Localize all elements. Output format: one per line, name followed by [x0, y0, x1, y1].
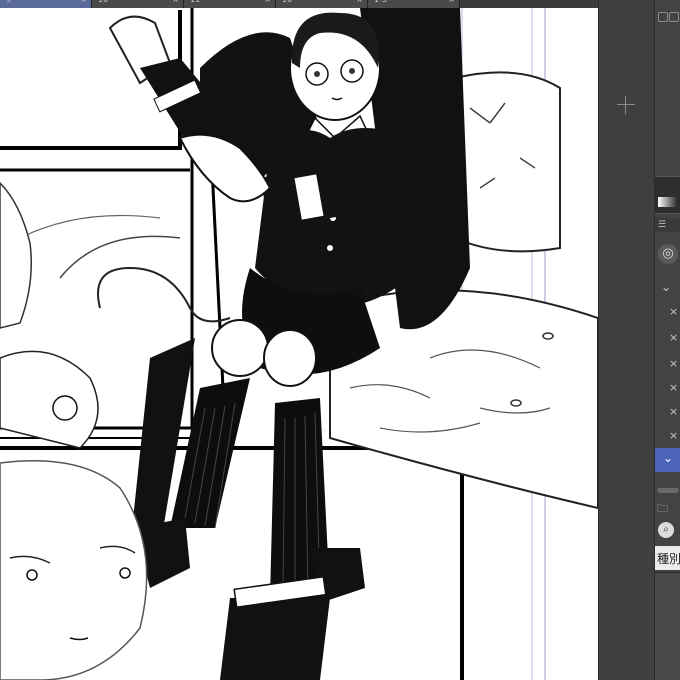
chevron-down-icon[interactable]: ⌄ — [661, 280, 671, 294]
document-tab[interactable]: 10 × — [92, 0, 184, 8]
swirl-icon[interactable]: ◎ — [658, 244, 678, 264]
menu-icon[interactable]: ☰ — [658, 221, 666, 230]
panel-menu-row[interactable]: ☰ — [655, 218, 680, 232]
manga-artwork — [0, 8, 598, 680]
document-tab[interactable]: 9 × — [0, 0, 92, 8]
tab-label: 1-3 — [374, 0, 387, 4]
tab-label: 10 — [282, 0, 292, 4]
layer-row[interactable]: × — [655, 352, 680, 378]
close-icon[interactable]: × — [669, 357, 678, 370]
panel-toolbar — [655, 6, 680, 36]
gradient-swatch — [658, 197, 678, 207]
navigator-panel[interactable] — [598, 0, 654, 680]
folder-row[interactable]: 🗀 — [655, 498, 680, 516]
search-row[interactable]: ⌕ — [655, 520, 680, 542]
tab-label: 11 — [190, 0, 200, 4]
right-ui-area: ☰ ◎ ⌄ × × × × × × ⌄ 🗀 ⌕ 種別 — [598, 0, 680, 680]
layer-row[interactable]: × — [655, 300, 680, 326]
material-list-area[interactable] — [655, 572, 680, 680]
layer-panel: ☰ ◎ ⌄ × × × × × × ⌄ 🗀 ⌕ 種別 — [654, 0, 680, 680]
panel-scrollbar[interactable] — [655, 484, 680, 496]
close-icon[interactable]: × — [669, 405, 678, 418]
layer-row[interactable]: × — [655, 424, 680, 450]
tab-label: 9 — [6, 0, 11, 4]
document-tab[interactable]: 1-3 × — [368, 0, 460, 8]
document-tab-strip: 9 × 10 × 11 × 10 × 1-3 × — [0, 0, 598, 8]
close-icon[interactable]: × — [669, 331, 678, 344]
kind-label: 種別 — [657, 552, 680, 566]
close-icon[interactable]: × — [264, 0, 271, 4]
close-icon[interactable]: × — [669, 429, 678, 442]
opacity-slider[interactable] — [655, 176, 680, 214]
kind-filter[interactable]: 種別 — [655, 546, 680, 570]
layer-folder-row[interactable]: ⌄ — [655, 276, 680, 302]
drawing-canvas[interactable] — [0, 8, 598, 680]
close-icon[interactable]: × — [80, 0, 87, 4]
close-icon[interactable]: × — [669, 381, 678, 394]
close-icon[interactable]: × — [172, 0, 179, 4]
square-icon[interactable] — [658, 12, 668, 22]
close-icon[interactable]: × — [669, 305, 678, 318]
layer-property-row[interactable]: ◎ — [655, 242, 680, 268]
square-icon[interactable] — [669, 12, 679, 22]
layer-row[interactable]: × — [655, 376, 680, 402]
folder-icon[interactable]: 🗀 — [657, 500, 668, 519]
layer-list: ⌄ × × × × × × — [655, 276, 680, 446]
tab-label: 10 — [98, 0, 108, 4]
document-tab[interactable]: 11 × — [184, 0, 276, 8]
layer-row[interactable]: × — [655, 400, 680, 426]
layer-row[interactable]: × — [655, 326, 680, 352]
close-icon[interactable]: × — [448, 0, 455, 4]
search-icon[interactable]: ⌕ — [658, 522, 674, 538]
selected-layer-row[interactable]: ⌄ — [655, 448, 680, 472]
close-icon[interactable]: × — [356, 0, 363, 4]
chevron-down-icon[interactable]: ⌄ — [663, 451, 673, 465]
document-tab[interactable]: 10 × — [276, 0, 368, 8]
crosshair-icon — [617, 96, 635, 114]
scrollbar-thumb[interactable] — [657, 488, 679, 493]
